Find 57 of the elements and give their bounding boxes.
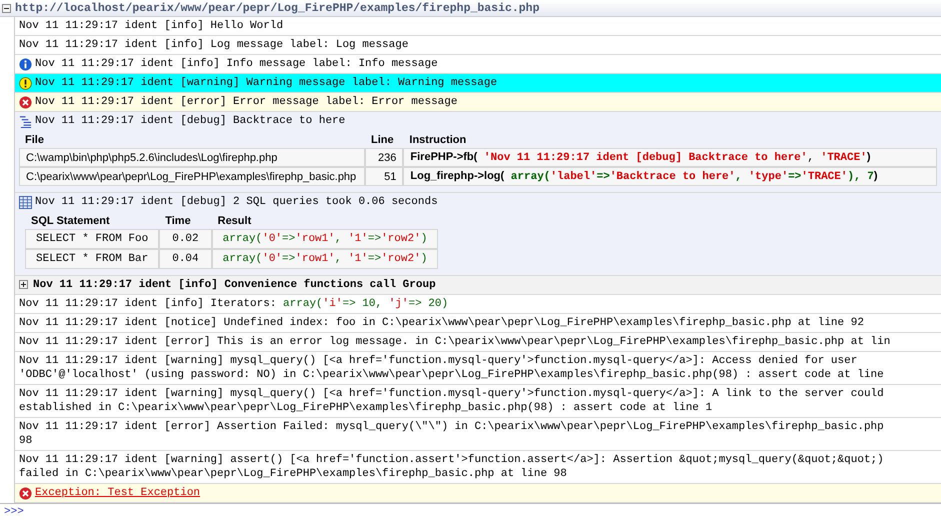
page-url[interactable]: http://localhost/pearix/www/pear/pepr/Log_FirePHP/examples/firephp_basic.php: [15, 2, 540, 14]
column-header: Time: [164, 214, 192, 229]
table-cell: C:\pearix\www\pear\pepr\Log_FirePHP\examples\firephp_basic.php: [19, 167, 365, 186]
log-message: Nov 11 11:29:17 ident [info] Hello World: [19, 19, 284, 33]
log-row[interactable]: Nov 11 11:29:17 ident [warning] Warning message label: Warning message: [15, 74, 941, 93]
log-message: Nov 11 11:29:17 ident [info] Log message label: Log message: [19, 38, 408, 52]
warning-icon: [19, 77, 32, 90]
error-icon: [19, 487, 32, 500]
log-row[interactable]: Nov 11 11:29:17 ident [debug] 2 SQL queries took 0.06 seconds SQL Statement Time Result SELECT * FROM Foo 0.02 array('0'=>'row1', '1'=>'row2') SELECT * FROM Bar 0.04 array('0'=>'row1', '1'=>'row2'): [15, 193, 941, 276]
log-row[interactable]: Nov 11 11:29:17 ident [notice] Undefined index: foo in C:\pearix\www\pear\pepr\Log_FirePHP\examples\firephp_basic.php at line 92: [15, 314, 941, 333]
log-row[interactable]: Nov 11 11:29:17 ident [error] This is an error log message. in C:\pearix\www\pear\pepr\Log_FirePHP\examples\firephp_basic.php at lin: [15, 333, 941, 352]
log-row[interactable]: Nov 11 11:29:17 ident [error] Error message label: Error message: [15, 93, 941, 112]
stack-lines-icon: [19, 115, 32, 128]
table-cell: 51: [365, 167, 404, 186]
table-icon: [19, 196, 32, 209]
table-cell: 0.04: [159, 249, 212, 269]
table-cell: FirePHP->fb( 'Nov 11 11:29:17 ident [debug] Backtrace to here', 'TRACE'): [403, 148, 937, 167]
info-icon: [19, 58, 32, 71]
log-message: Nov 11 11:29:17 ident [warning] Warning message label: Warning message: [35, 76, 498, 90]
log-message: Nov 11 11:29:17 ident [debug] Backtrace to here: [35, 114, 346, 128]
table-cell: 0.02: [159, 229, 212, 249]
log-row[interactable]: Nov 11 11:29:17 ident [info] Info message label: Info message: [15, 55, 941, 74]
log-message: Nov 11 11:29:17 ident [error] Error message label: Error message: [35, 95, 458, 109]
log-row[interactable]: Nov 11 11:29:17 ident [info] Log message label: Log message: [15, 36, 941, 55]
exception-link[interactable]: Exception: Test Exception: [35, 486, 200, 500]
log-message: Nov 11 11:29:17 ident [warning] mysql_query() [<a href='function.mysql-query'>function.mysql-query</a>]: Access denied for user 'ODBC'@'localhost' (using password: NO) in C:\pearix\www\pear\pepr\Log_FirePHP\examples\firephp_basic.php(98) : assert code at line: [19, 354, 884, 382]
table-cell: 236: [365, 148, 404, 167]
log-message: Nov 11 11:29:17 ident [warning] assert() [<a href='function.assert'>function.assert</a>]: Assertion &quot;mysql_query(&quot;&quot;) failed in C:\pearix\www\pear\pepr\Log_FirePHP\examples\firephp_basic.php at line 98: [19, 453, 884, 481]
log-row[interactable]: Exception: Test Exception: [15, 484, 941, 503]
error-icon: [19, 96, 32, 109]
column-header: Instruction: [408, 133, 468, 148]
log-message: Nov 11 11:29:17 ident [debug] 2 SQL queries took 0.06 seconds: [35, 195, 438, 209]
log-message: Nov 11 11:29:17 ident [error] Assertion Failed: mysql_query(\"\") in C:\pearix\www\pear\pepr\Log_FirePHP\examples\firephp_basic.php 98: [19, 420, 884, 448]
log-message: Nov 11 11:29:17 ident [info] Iterators: array('i'=> 10, 'j'=> 20): [19, 297, 448, 311]
log-message: Nov 11 11:29:17 ident [info] Convenience functions call Group: [33, 278, 436, 292]
log-message: Nov 11 11:29:17 ident [error] This is an error log message. in C:\pearix\www\pear\pepr\Log_FirePHP\examples\firephp_basic.php at lin: [19, 335, 890, 349]
url-header[interactable]: http://localhost/pearix/www/pear/pepr/Log_FirePHP/examples/firephp_basic.php: [0, 0, 941, 17]
column-header: Result: [216, 214, 252, 229]
table-cell: SELECT * FROM Foo: [25, 229, 160, 249]
column-header: File: [24, 133, 45, 148]
log-message: Nov 11 11:29:17 ident [notice] Undefined index: foo in C:\pearix\www\pear\pepr\Log_FirePHP\examples\firephp_basic.php at line 92: [19, 316, 864, 330]
log-row[interactable]: Nov 11 11:29:17 ident [info] Iterators: array('i'=> 10, 'j'=> 20): [15, 295, 941, 314]
column-header: SQL Statement: [30, 214, 111, 229]
table-cell: C:\wamp\bin\php\php5.2.6\includes\Log\firephp.php: [19, 148, 365, 167]
log-message: Nov 11 11:29:17 ident [warning] mysql_query() [<a href='function.mysql-query'>function.mysql-query</a>]: A link to the server could established in C:\pearix\www\pear\pepr\Log_FirePHP\examples\firephp_basic.php(98) : assert code at line 1: [19, 387, 884, 415]
command-prompt[interactable]: >>>: [4, 506, 24, 518]
table-cell: array('0'=>'row1', '1'=>'row2'): [212, 249, 438, 269]
log-message: Nov 11 11:29:17 ident [info] Info message label: Info message: [35, 57, 438, 71]
expand-icon[interactable]: [19, 280, 28, 289]
table-cell: Log_firephp->log( array('label'=>'Backtrace to here', 'type'=>'TRACE'), 7): [403, 167, 937, 186]
column-header: Line: [370, 133, 395, 148]
log-row[interactable]: Nov 11 11:29:17 ident [info] Hello World: [15, 17, 941, 36]
table-cell: array('0'=>'row1', '1'=>'row2'): [212, 229, 438, 249]
collapse-icon[interactable]: [2, 4, 11, 12]
table-cell: SELECT * FROM Bar: [25, 249, 160, 269]
log-row[interactable]: Nov 11 11:29:17 ident [info] Convenience functions call Group: [15, 276, 941, 295]
log-row[interactable]: Nov 11 11:29:17 ident [error] Assertion Failed: mysql_query(\"\") in C:\pearix\www\pear\pepr\Log_FirePHP\examples\firephp_basic.php 98: [15, 418, 941, 451]
